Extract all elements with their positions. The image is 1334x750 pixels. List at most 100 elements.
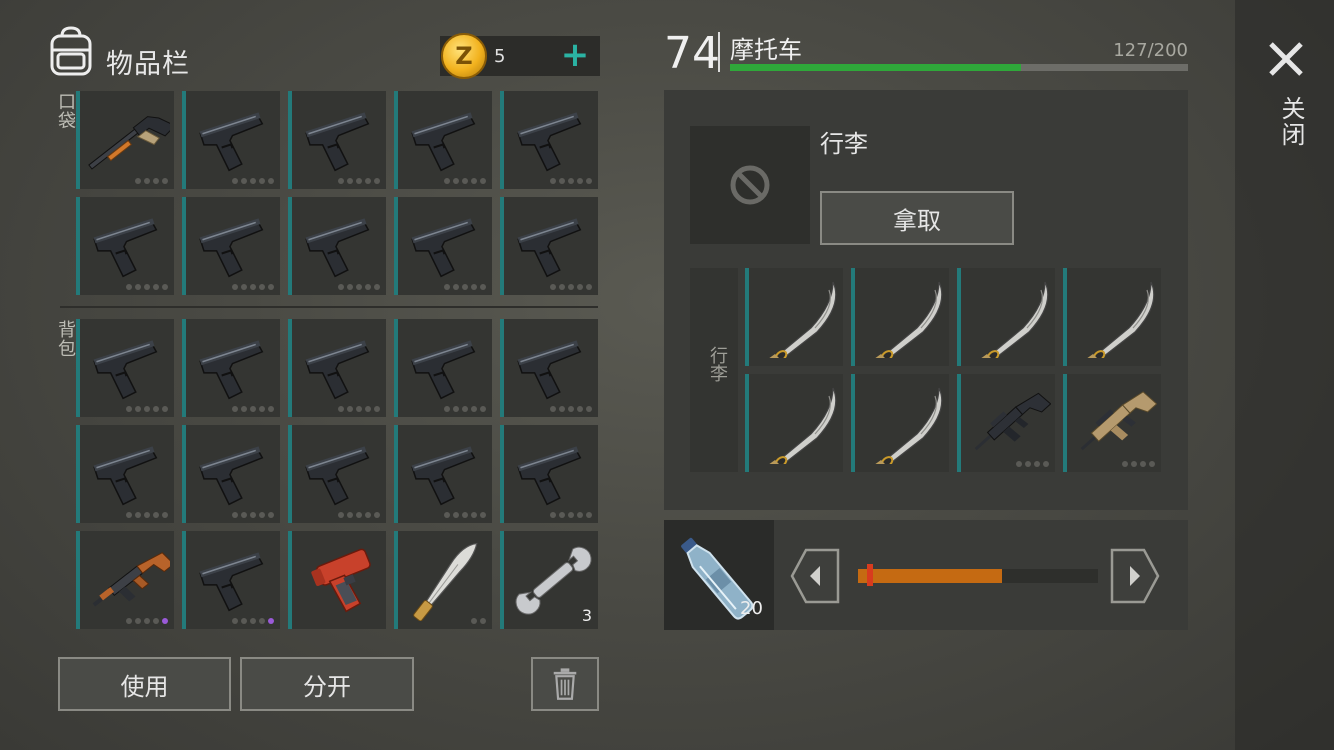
backpack-slot[interactable] xyxy=(394,531,492,629)
durability-dot xyxy=(347,512,353,518)
decrease-button[interactable] xyxy=(790,548,840,604)
pocket-slot[interactable] xyxy=(394,197,492,295)
vehicle-slot[interactable] xyxy=(1063,374,1161,472)
vehicle-slot[interactable] xyxy=(1063,268,1161,366)
durability-dot xyxy=(162,406,168,412)
backpack-slot[interactable] xyxy=(182,425,280,523)
bottle-count: 20 xyxy=(740,598,763,619)
durability-dot xyxy=(577,512,583,518)
durability-dot xyxy=(1122,461,1128,467)
durability-dot xyxy=(471,406,477,412)
vehicle-name: 摩托车 xyxy=(730,36,802,64)
backpack-slot[interactable] xyxy=(288,531,386,629)
durability-dot xyxy=(568,284,574,290)
pocket-slot[interactable] xyxy=(76,197,174,295)
bag-equip-slot[interactable] xyxy=(690,126,810,244)
pocket-slot[interactable] xyxy=(500,91,598,189)
durability-dots xyxy=(126,406,168,412)
durability-dot xyxy=(250,618,256,624)
trash-button[interactable] xyxy=(531,657,599,711)
trash-icon xyxy=(553,668,577,700)
durability-dots xyxy=(550,406,592,412)
durability-dot xyxy=(241,512,247,518)
pocket-slot[interactable] xyxy=(76,91,174,189)
durability-dot xyxy=(144,512,150,518)
pocket-slot[interactable] xyxy=(394,91,492,189)
durability-dots xyxy=(550,284,592,290)
take-button[interactable]: 拿取 xyxy=(820,191,1014,245)
backpack-slot[interactable] xyxy=(500,425,598,523)
durability-dot xyxy=(153,178,159,184)
vehicle-slot[interactable] xyxy=(745,268,843,366)
vehicle-slot[interactable] xyxy=(745,374,843,472)
durability-dot xyxy=(144,178,150,184)
durability-dot xyxy=(250,406,256,412)
backpack-slot[interactable] xyxy=(76,319,174,417)
pocket-slot[interactable] xyxy=(500,197,598,295)
pocket-slot[interactable] xyxy=(288,197,386,295)
pocket-slot[interactable] xyxy=(182,91,280,189)
increase-button[interactable] xyxy=(1110,548,1160,604)
durability-dot xyxy=(241,406,247,412)
backpack-slot[interactable] xyxy=(288,425,386,523)
backpack-slot[interactable] xyxy=(76,531,174,629)
durability-dot xyxy=(153,284,159,290)
durability-dots xyxy=(471,618,486,624)
backpack-slot[interactable] xyxy=(500,319,598,417)
vehicle-slot[interactable] xyxy=(851,268,949,366)
durability-dot xyxy=(568,178,574,184)
durability-dot xyxy=(471,284,477,290)
backpack-slot[interactable] xyxy=(76,425,174,523)
bag-name: 行李 xyxy=(820,130,868,158)
durability-dot xyxy=(1016,461,1022,467)
durability-dot xyxy=(374,512,380,518)
backpack-slot[interactable]: 3 xyxy=(500,531,598,629)
durability-dot xyxy=(444,178,450,184)
backpack-slot[interactable] xyxy=(288,319,386,417)
durability-dot xyxy=(126,618,132,624)
backpack-slot[interactable] xyxy=(394,425,492,523)
currency-count: 5 xyxy=(494,46,506,67)
durability-dot xyxy=(577,284,583,290)
durability-dot xyxy=(135,406,141,412)
transfer-slider[interactable] xyxy=(858,569,1098,583)
close-button[interactable] xyxy=(1263,36,1309,82)
backpack-slot[interactable] xyxy=(394,319,492,417)
pistol-icon xyxy=(93,340,158,400)
vehicle-slot[interactable] xyxy=(851,374,949,472)
split-button[interactable]: 分开 xyxy=(240,657,414,711)
durability-dot xyxy=(550,512,556,518)
backpack-slot[interactable] xyxy=(182,319,280,417)
durability-dot xyxy=(162,512,168,518)
slider-knob[interactable] xyxy=(867,564,873,586)
pistol-icon xyxy=(517,340,582,400)
durability-dots xyxy=(232,512,274,518)
durability-dot xyxy=(577,178,583,184)
vehicle-slot[interactable] xyxy=(957,374,1055,472)
prohibited-icon xyxy=(730,165,770,205)
pocket-slot[interactable] xyxy=(288,91,386,189)
durability-dot xyxy=(480,618,486,624)
durability-dot xyxy=(356,178,362,184)
durability-dots xyxy=(126,512,168,518)
durability-dot xyxy=(135,512,141,518)
arrow-left-icon xyxy=(790,548,840,604)
vehicle-slot[interactable] xyxy=(957,268,1055,366)
add-currency-button[interactable]: + xyxy=(560,38,590,74)
durability-dot xyxy=(568,512,574,518)
durability-dot xyxy=(153,406,159,412)
pistol-icon xyxy=(305,218,370,278)
slider-fill xyxy=(858,569,1002,583)
backpack-slot[interactable] xyxy=(182,531,280,629)
close-label[interactable]: 关闭 xyxy=(1274,96,1309,148)
use-button[interactable]: 使用 xyxy=(58,657,231,711)
durability-dot xyxy=(153,512,159,518)
pocket-slot[interactable] xyxy=(182,197,280,295)
durability-dot xyxy=(453,512,459,518)
durability-dot xyxy=(259,618,265,624)
durability-dot xyxy=(453,284,459,290)
durability-dot xyxy=(135,178,141,184)
section-divider xyxy=(60,306,598,308)
durability-dot xyxy=(268,178,274,184)
katana-icon xyxy=(875,281,943,358)
